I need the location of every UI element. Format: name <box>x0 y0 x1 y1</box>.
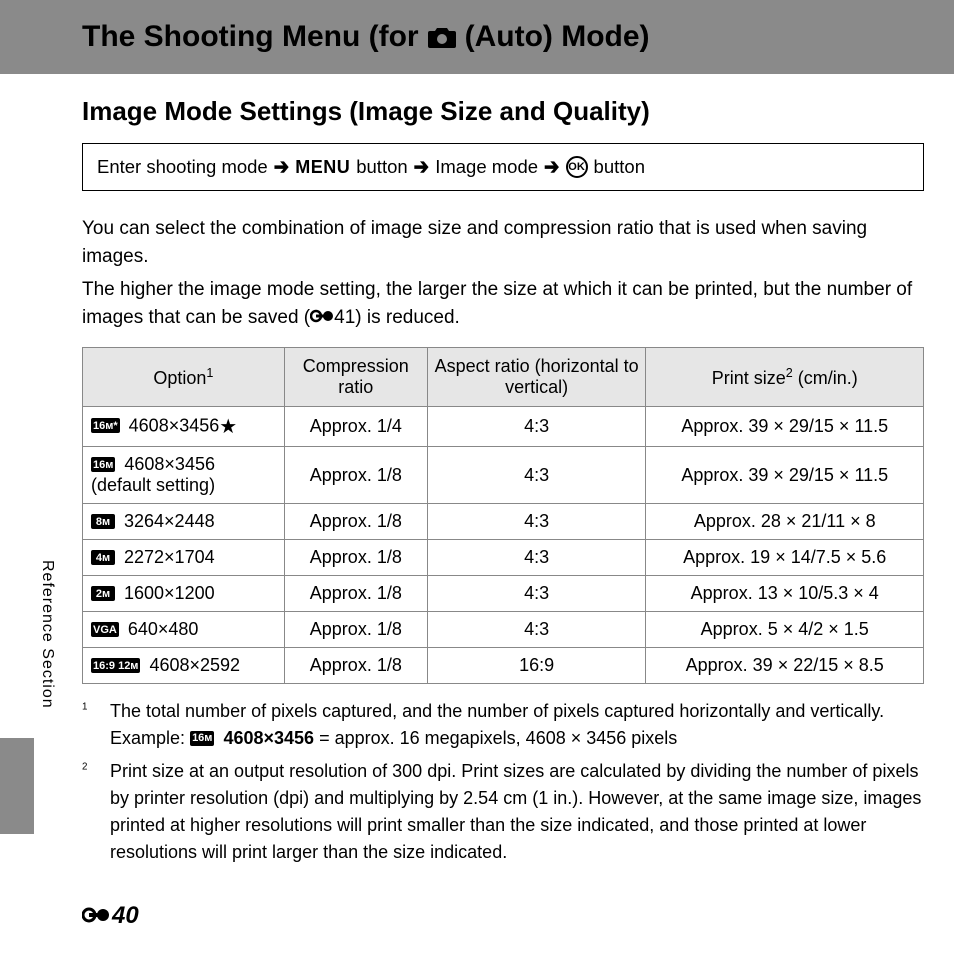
footnote-badge-icon: 16ᴍ <box>190 731 214 746</box>
th-option: Option1 <box>83 348 285 407</box>
cell-print: Approx. 13 × 10/5.3 × 4 <box>646 576 924 612</box>
cell-option: 4ᴍ 2272×1704 <box>83 540 285 576</box>
breadcrumb: Enter shooting mode ➔ MENU button ➔ Imag… <box>82 143 924 191</box>
side-section-label: Reference Section <box>38 560 56 709</box>
cell-compression: Approx. 1/8 <box>284 540 427 576</box>
camera-icon <box>427 25 457 49</box>
table-row: 2ᴍ 1600×1200Approx. 1/84:3Approx. 13 × 1… <box>83 576 924 612</box>
cell-compression: Approx. 1/8 <box>284 612 427 648</box>
intro-paragraph-2: The higher the image mode setting, the l… <box>82 276 924 331</box>
subtitle: Image Mode Settings (Image Size and Qual… <box>82 96 924 127</box>
cell-option: 8ᴍ 3264×2448 <box>83 504 285 540</box>
side-tab <box>0 738 34 834</box>
breadcrumb-step-3: Image mode <box>435 156 538 178</box>
th-compression: Compression ratio <box>284 348 427 407</box>
table-row: 4ᴍ 2272×1704Approx. 1/84:3Approx. 19 × 1… <box>83 540 924 576</box>
cell-compression: Approx. 1/8 <box>284 576 427 612</box>
title-bar: The Shooting Menu (for (Auto) Mode) <box>0 0 954 74</box>
title-text-left: The Shooting Menu (for <box>82 20 419 54</box>
arrow-icon: ➔ <box>544 154 560 180</box>
table-row: 16ᴍ* 4608×3456★Approx. 1/44:3Approx. 39 … <box>83 407 924 447</box>
footnote-1: 1 The total number of pixels captured, a… <box>82 698 924 752</box>
cell-option: 16ᴍ* 4608×3456★ <box>83 407 285 447</box>
cell-compression: Approx. 1/8 <box>284 648 427 684</box>
cell-print: Approx. 28 × 21/11 × 8 <box>646 504 924 540</box>
table-row: 8ᴍ 3264×2448Approx. 1/84:3Approx. 28 × 2… <box>83 504 924 540</box>
mode-badge-icon: 16ᴍ <box>91 457 115 472</box>
cell-option: 16ᴍ 4608×3456(default setting) <box>83 447 285 504</box>
mode-badge-icon: 2ᴍ <box>91 586 115 601</box>
mode-badge-icon: 16ᴍ* <box>91 418 120 433</box>
menu-button-label: MENU <box>295 157 350 178</box>
table-row: 16:9 12ᴍ 4608×2592Approx. 1/816:9Approx.… <box>83 648 924 684</box>
reference-link-icon <box>82 902 110 930</box>
page-title: The Shooting Menu (for (Auto) Mode) <box>82 20 650 54</box>
cell-print: Approx. 39 × 22/15 × 8.5 <box>646 648 924 684</box>
title-text-right: (Auto) Mode) <box>465 20 650 54</box>
arrow-icon: ➔ <box>274 154 290 180</box>
cell-aspect: 4:3 <box>427 447 646 504</box>
mode-badge-icon: VGA <box>91 622 119 637</box>
intro-paragraph-1: You can select the combination of image … <box>82 215 924 270</box>
cell-aspect: 16:9 <box>427 648 646 684</box>
breadcrumb-step-2-suffix: button <box>356 156 407 178</box>
arrow-icon: ➔ <box>414 154 430 180</box>
footnote-2: 2 Print size at an output resolution of … <box>82 758 924 866</box>
ok-button-icon: OK <box>566 156 588 178</box>
cell-option: VGA 640×480 <box>83 612 285 648</box>
mode-badge-icon: 16:9 12ᴍ <box>91 658 140 673</box>
cell-compression: Approx. 1/8 <box>284 447 427 504</box>
cell-print: Approx. 19 × 14/7.5 × 5.6 <box>646 540 924 576</box>
image-mode-table: Option1 Compression ratio Aspect ratio (… <box>82 347 924 684</box>
cell-aspect: 4:3 <box>427 612 646 648</box>
th-aspect: Aspect ratio (horizontal to vertical) <box>427 348 646 407</box>
cell-print: Approx. 39 × 29/15 × 11.5 <box>646 447 924 504</box>
cell-aspect: 4:3 <box>427 504 646 540</box>
cell-aspect: 4:3 <box>427 576 646 612</box>
cell-option: 2ᴍ 1600×1200 <box>83 576 285 612</box>
cell-compression: Approx. 1/4 <box>284 407 427 447</box>
page-number: 40 <box>82 902 139 930</box>
reference-link-icon <box>310 304 334 332</box>
breadcrumb-step-4-suffix: button <box>594 156 645 178</box>
star-icon: ★ <box>219 416 237 438</box>
table-row: 16ᴍ 4608×3456(default setting)Approx. 1/… <box>83 447 924 504</box>
th-print: Print size2 (cm/in.) <box>646 348 924 407</box>
cell-option: 16:9 12ᴍ 4608×2592 <box>83 648 285 684</box>
cell-print: Approx. 39 × 29/15 × 11.5 <box>646 407 924 447</box>
table-row: VGA 640×480Approx. 1/84:3Approx. 5 × 4/2… <box>83 612 924 648</box>
mode-badge-icon: 8ᴍ <box>91 514 115 529</box>
footnotes: 1 The total number of pixels captured, a… <box>82 698 924 866</box>
mode-badge-icon: 4ᴍ <box>91 550 115 565</box>
cell-aspect: 4:3 <box>427 540 646 576</box>
cell-print: Approx. 5 × 4/2 × 1.5 <box>646 612 924 648</box>
cell-compression: Approx. 1/8 <box>284 504 427 540</box>
breadcrumb-step-1: Enter shooting mode <box>97 156 268 178</box>
cell-aspect: 4:3 <box>427 407 646 447</box>
